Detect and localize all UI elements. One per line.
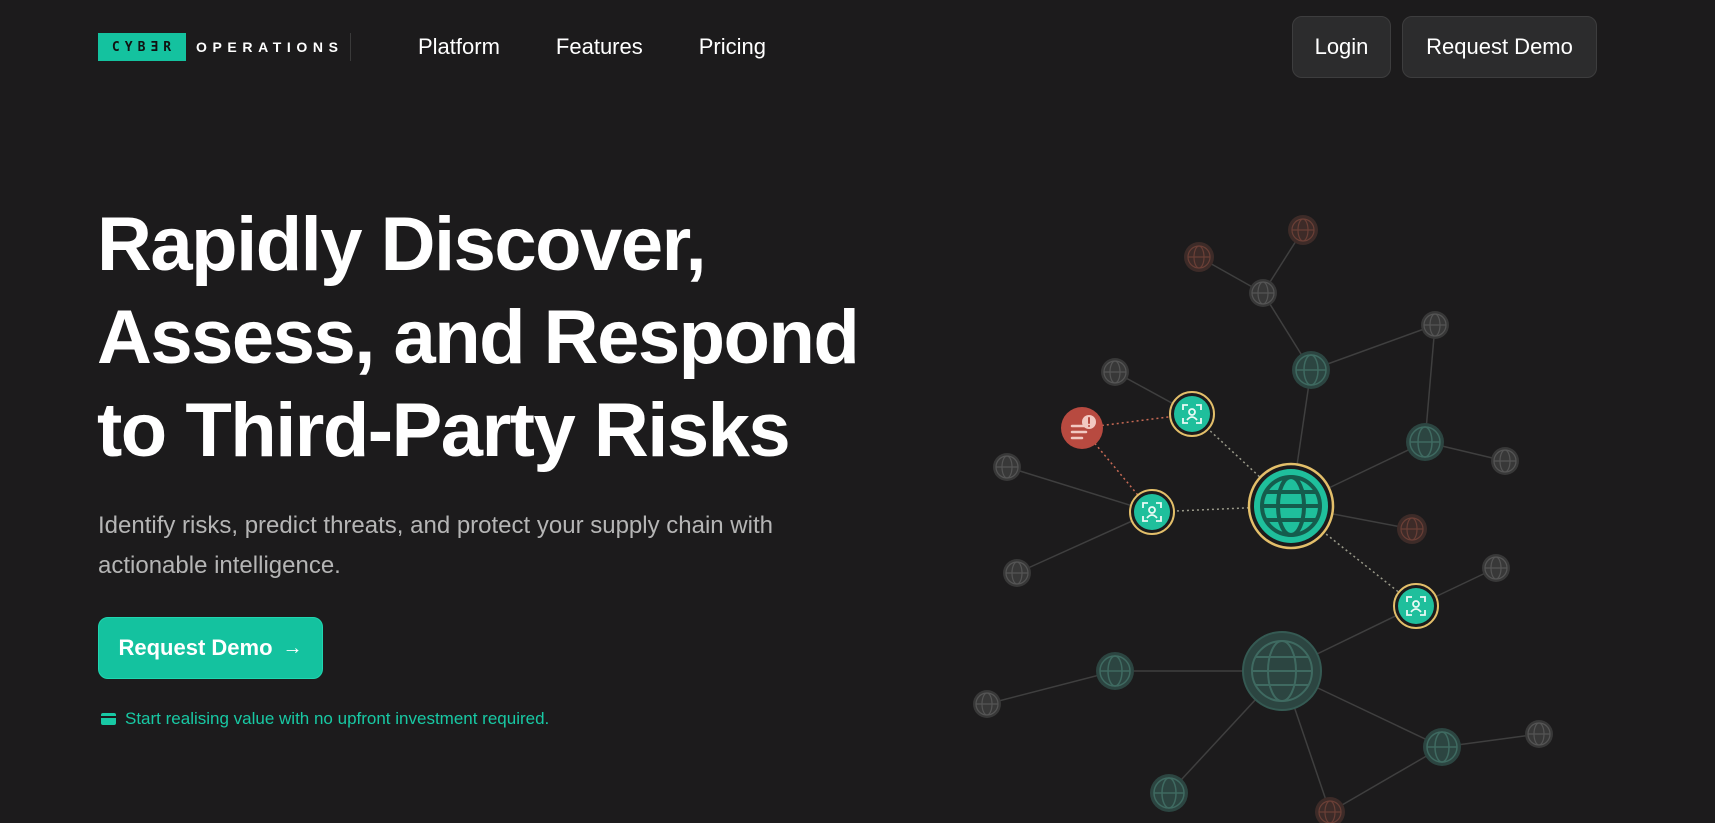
hero-subtitle-line: actionable intelligence. xyxy=(98,552,341,579)
network-edges xyxy=(986,229,1540,813)
globe-icon xyxy=(1096,652,1134,690)
globe-icon xyxy=(1421,311,1449,339)
globe-icon xyxy=(1249,279,1277,307)
logo-mark: CYBƎR xyxy=(98,33,186,61)
globe-icon xyxy=(1288,215,1318,245)
hero-subtitle-line: Identify risks, predict threats, and pro… xyxy=(98,512,773,539)
hero-subtitle: Identify risks, predict threats, and pro… xyxy=(98,506,858,586)
globe-icon xyxy=(1423,728,1461,766)
hero-title-line: Rapidly Discover, xyxy=(97,202,707,287)
user-scan-icon xyxy=(1393,583,1439,629)
no-upfront-note: Start realising value with no upfront in… xyxy=(101,709,549,729)
dim-red-nodes xyxy=(1184,215,1427,823)
globe-icon xyxy=(1525,720,1553,748)
arrow-right-icon: → xyxy=(282,636,303,659)
globe-icon xyxy=(1101,358,1129,386)
globe-icon xyxy=(1247,462,1335,550)
brand-logo[interactable]: CYBƎR OPERATIONS xyxy=(98,33,351,61)
globe-icon xyxy=(1003,559,1031,587)
globe-icon xyxy=(1406,423,1444,461)
request-demo-cta-button[interactable]: Request Demo → xyxy=(98,617,323,679)
dim-nodes xyxy=(973,279,1553,748)
user-scan-icon xyxy=(1169,391,1215,437)
credit-card-icon xyxy=(101,713,116,725)
globe-icon xyxy=(1315,797,1345,823)
hero-title: Rapidly Discover, Assess, and Respond to… xyxy=(97,198,917,477)
nav-link-platform[interactable]: Platform xyxy=(418,31,500,63)
nav-link-features[interactable]: Features xyxy=(556,31,643,63)
cta-label: Request Demo xyxy=(118,635,273,660)
dashed-links xyxy=(1081,413,1417,607)
globe-icon xyxy=(1397,514,1427,544)
request-demo-nav-button[interactable]: Request Demo xyxy=(1402,16,1597,78)
nav-link-pricing[interactable]: Pricing xyxy=(699,31,766,63)
landing-page: CYBƎR OPERATIONS Platform Features Prici… xyxy=(0,0,1715,823)
nav-links: Platform Features Pricing xyxy=(418,31,766,63)
globe-icon xyxy=(993,453,1021,481)
globe-icon xyxy=(1184,242,1214,272)
globe-icon xyxy=(1150,774,1188,812)
note-text: Start realising value with no upfront in… xyxy=(125,709,550,728)
user-scan-icon xyxy=(1129,489,1175,535)
hero-title-line: to Third-Party Risks xyxy=(97,388,791,473)
globe-icon xyxy=(1491,447,1519,475)
globe-icon xyxy=(1292,351,1330,389)
hero-title-line: Assess, and Respond xyxy=(97,295,860,380)
top-navigation: CYBƎR OPERATIONS Platform Features Prici… xyxy=(0,0,1715,94)
login-button[interactable]: Login xyxy=(1292,16,1391,78)
dim-teal-nodes xyxy=(1096,351,1461,812)
globe-icon xyxy=(1482,554,1510,582)
globe-icon xyxy=(973,690,1001,718)
globe-icon xyxy=(1242,631,1322,711)
logo-wordmark: OPERATIONS xyxy=(196,33,351,61)
alert-document-icon xyxy=(1061,407,1103,449)
